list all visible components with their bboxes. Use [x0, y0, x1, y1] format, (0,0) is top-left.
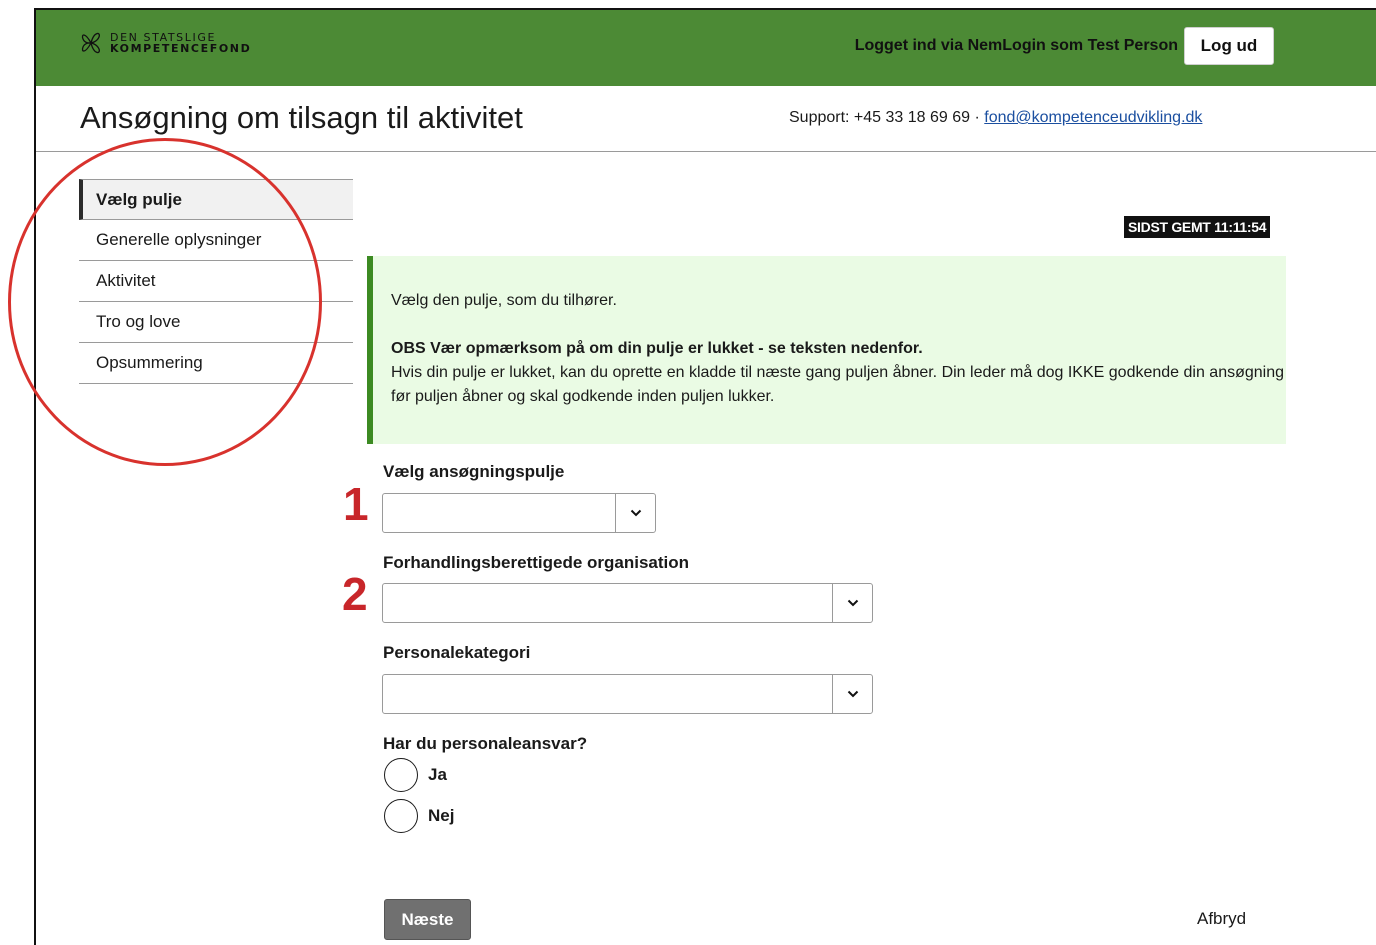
support-info: Support: +45 33 18 69 69 · fond@kompeten… [789, 109, 1202, 127]
top-bar: DEN STATSLIGE KOMPETENCEFOND Logget ind … [36, 10, 1376, 86]
annotation-number-1: 1 [343, 478, 369, 530]
logo-line2: KOMPETENCEFOND [110, 42, 252, 55]
chevron-down-icon [832, 584, 872, 622]
pool-label: Vælg ansøgningspulje [383, 462, 565, 481]
logo-icon [81, 32, 100, 54]
radio-option-nej[interactable]: Nej [384, 799, 454, 833]
saved-status-badge: SIDST GEMT 11:11:54 [1124, 216, 1271, 238]
sidebar-item-label: Aktivitet [96, 271, 156, 290]
organisation-select[interactable] [382, 583, 873, 623]
radio-button[interactable] [384, 758, 418, 792]
radio-label: Nej [428, 806, 455, 825]
info-intro: Vælg den pulje, som du tilhører. [391, 292, 617, 309]
sidebar-item-opsummering[interactable]: Opsummering [79, 343, 353, 384]
sidebar-item-label: Generelle oplysninger [96, 230, 262, 249]
info-box: Vælg den pulje, som du tilhører. OBS Vær… [367, 256, 1286, 444]
support-phone: Support: +45 33 18 69 69 · [789, 109, 985, 126]
annotation-number-2: 2 [342, 568, 368, 620]
radio-label: Ja [428, 765, 447, 784]
sidebar-item-label: Opsummering [96, 353, 203, 372]
title-bar: Ansøgning om tilsagn til aktivitet Suppo… [36, 86, 1376, 152]
logout-button[interactable]: Log ud [1184, 27, 1274, 65]
info-notice-text: Hvis din pulje er lukket, kan du oprette… [391, 364, 1285, 405]
responsibility-question: Har du personaleansvar? [383, 734, 588, 753]
support-email-link[interactable]: fond@kompetenceudvikling.dk [984, 109, 1202, 126]
personnel-category-label: Personalekategori [383, 643, 531, 662]
sidebar-item-tro-og-love[interactable]: Tro og love [79, 302, 353, 343]
info-notice-heading: OBS Vær opmærksom på om din pulje er luk… [391, 340, 923, 357]
chevron-down-icon [832, 675, 872, 713]
radio-button[interactable] [384, 799, 418, 833]
cancel-link[interactable]: Afbryd [1197, 909, 1246, 929]
organisation-label: Forhandlingsberettigede organisation [383, 553, 690, 572]
sidebar-item-label: Tro og love [96, 312, 181, 331]
page-title: Ansøgning om tilsagn til aktivitet [80, 100, 523, 135]
sidebar-item-label: Vælg pulje [96, 189, 182, 209]
chevron-down-icon [615, 494, 655, 532]
radio-option-ja[interactable]: Ja [384, 758, 447, 792]
pool-select[interactable] [382, 493, 656, 533]
logo[interactable]: DEN STATSLIGE KOMPETENCEFOND [80, 30, 251, 56]
login-status: Logget ind via NemLogin som Test Person [854, 37, 1178, 54]
next-button[interactable]: Næste [384, 899, 471, 940]
personnel-category-select[interactable] [382, 674, 873, 714]
sidebar-item-vaelg-pulje[interactable]: Vælg pulje [79, 179, 353, 220]
step-navigation: Vælg pulje Generelle oplysninger Aktivit… [79, 179, 353, 384]
sidebar-item-aktivitet[interactable]: Aktivitet [79, 261, 353, 302]
sidebar-item-generelle-oplysninger[interactable]: Generelle oplysninger [79, 220, 353, 261]
